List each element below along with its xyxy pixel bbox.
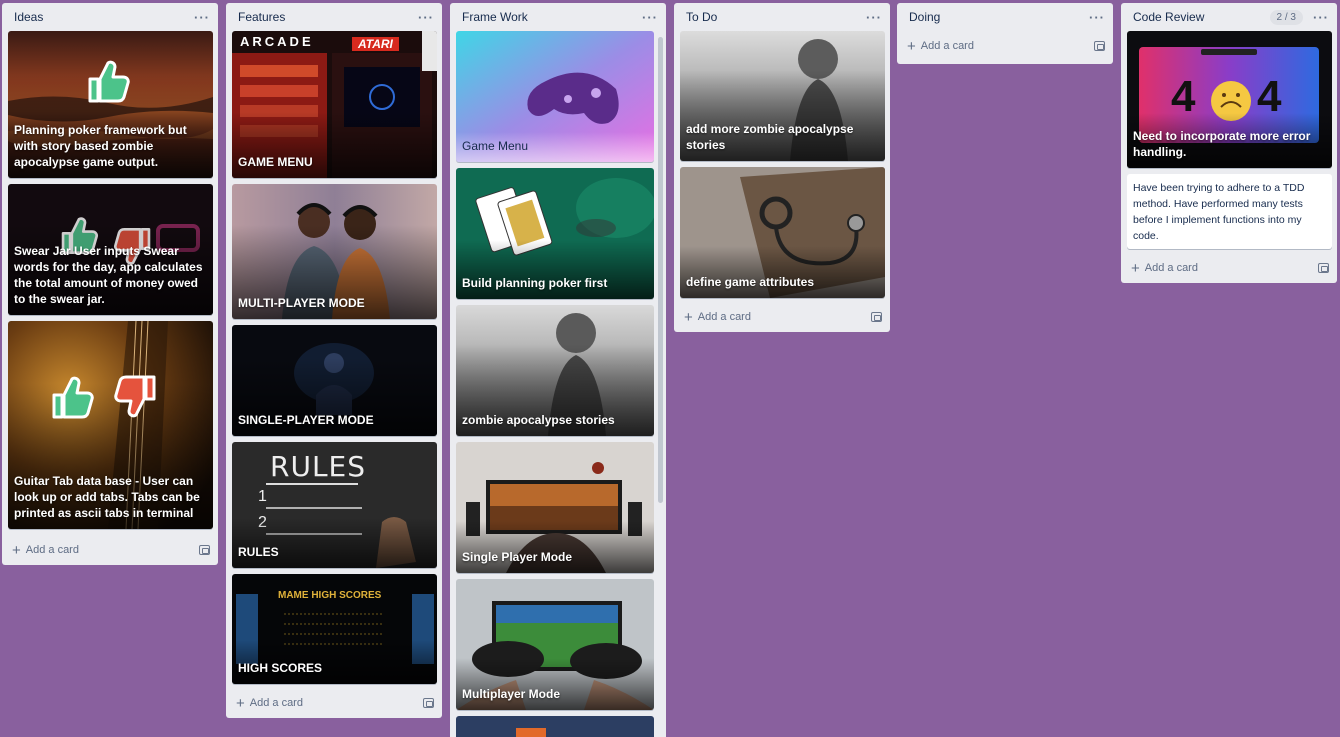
list-ideas: Ideas ··· Planning poker framework but w… <box>2 3 218 565</box>
list-to-do: To Do ··· add more zombie apocalypse sto… <box>674 3 890 332</box>
card-title: zombie apocalypse stories <box>462 413 615 427</box>
add-card-button[interactable]: + Add a card <box>897 31 1113 61</box>
mame-title-text: MAME HIGH SCORES <box>278 590 382 601</box>
more-icon[interactable]: ··· <box>1089 10 1105 25</box>
list-title[interactable]: Doing <box>909 10 1089 24</box>
list-doing: Doing ··· + Add a card <box>897 3 1113 64</box>
list-header[interactable]: Ideas ··· <box>2 3 218 31</box>
add-card-label: Add a card <box>920 40 974 52</box>
card-rules-feature[interactable]: RULES 1 2 RULES <box>232 442 437 568</box>
card-title: Multiplayer Mode <box>462 687 561 701</box>
card-multiplayer-framework[interactable]: Multiplayer Mode <box>456 579 654 710</box>
card-overlay <box>232 517 437 568</box>
add-card-button[interactable]: + Add a card <box>674 302 890 332</box>
add-card-button[interactable]: + Add a card <box>1121 253 1337 283</box>
list-frame-work: Frame Work ··· Game Menu Build planning … <box>450 3 666 737</box>
template-icon[interactable] <box>1318 263 1329 273</box>
add-card-button[interactable]: + Add a card <box>2 535 218 565</box>
list-header[interactable]: Frame Work ··· <box>450 3 666 31</box>
card-multi-player-feature[interactable]: MULTI-PLAYER MODE <box>232 184 437 319</box>
card-single-player-feature[interactable]: SINGLE-PLAYER MODE <box>232 325 437 436</box>
more-icon[interactable]: ··· <box>418 10 434 25</box>
card-overlay <box>456 520 654 573</box>
template-icon[interactable] <box>1094 41 1105 51</box>
list-header[interactable]: Code Review 2 / 3 ··· <box>1121 3 1337 31</box>
card-title: Planning poker framework but with story … <box>14 123 187 169</box>
card-title: Swear Jar User inputs Swear words for th… <box>14 244 203 306</box>
add-card-label: Add a card <box>1144 262 1198 274</box>
list-header[interactable]: Doing ··· <box>897 3 1113 31</box>
card-planning-poker-idea[interactable]: Planning poker framework but with story … <box>8 31 213 178</box>
list-header[interactable]: To Do ··· <box>674 3 890 31</box>
list-header[interactable]: Features ··· <box>226 3 442 31</box>
plus-icon: + <box>12 541 21 559</box>
card-limit-badge: 2 / 3 <box>1269 9 1303 25</box>
card-title: GAME MENU <box>238 155 313 169</box>
card-planning-poker-framework[interactable]: Build planning poker first <box>456 168 654 299</box>
list-features: Features ··· ARCADE ATARI GAME MENU MULT… <box>226 3 442 718</box>
card-game-attributes-todo[interactable]: define game attributes <box>680 167 885 298</box>
card-title: Build planning poker first <box>462 276 608 290</box>
add-card-label: Add a card <box>249 697 303 709</box>
card-game-menu-framework[interactable]: Game Menu <box>456 31 654 162</box>
card-overlay <box>456 657 654 710</box>
card-zombie-stories-framework[interactable]: zombie apocalypse stories <box>456 305 654 436</box>
card-guitar-tab-idea[interactable]: Guitar Tab data base - User can look up … <box>8 321 213 529</box>
card-game-menu-feature[interactable]: ARCADE ATARI GAME MENU <box>232 31 437 178</box>
card-error-handling[interactable]: 4 4 Need to incorporate more error handl… <box>1127 31 1332 168</box>
card-title: RULES <box>238 545 279 559</box>
add-card-button[interactable]: + Add a card <box>226 688 442 718</box>
thumbs-down-icon <box>114 375 156 418</box>
arcade-logo-text: ARCADE <box>240 34 314 49</box>
card-title: add more zombie apocalypse stories <box>686 122 854 152</box>
list-title[interactable]: Features <box>238 10 418 24</box>
list-title[interactable]: Frame Work <box>462 10 642 24</box>
more-icon[interactable]: ··· <box>1313 10 1329 25</box>
card-title: MULTI-PLAYER MODE <box>238 296 365 310</box>
atari-logo-text: ATARI <box>352 37 399 51</box>
card-title: Game Menu <box>462 139 529 153</box>
list-title[interactable]: Code Review <box>1133 10 1270 24</box>
more-icon[interactable]: ··· <box>642 10 658 25</box>
list-scrollbar[interactable] <box>658 37 663 503</box>
template-icon[interactable] <box>871 312 882 322</box>
template-icon[interactable] <box>423 698 434 708</box>
add-card-label: Add a card <box>25 544 79 556</box>
card-partial-framework[interactable] <box>456 716 654 737</box>
card-title: Need to incorporate more error handling. <box>1133 129 1311 159</box>
card-title: Have been trying to adhere to a TDD meth… <box>1133 182 1305 242</box>
plus-icon: + <box>1131 259 1140 277</box>
plus-icon: + <box>907 37 916 55</box>
card-swear-jar-idea[interactable]: Swear Jar User inputs Swear words for th… <box>8 184 213 315</box>
plus-icon: + <box>236 694 245 712</box>
rules-chalk-number: 1 <box>258 488 267 505</box>
list-title[interactable]: To Do <box>686 10 866 24</box>
card-title: SINGLE-PLAYER MODE <box>238 413 374 427</box>
card-tdd-note[interactable]: Have been trying to adhere to a TDD meth… <box>1127 174 1332 249</box>
plus-icon: + <box>684 308 693 326</box>
template-icon[interactable] <box>199 545 210 555</box>
card-high-scores-feature[interactable]: MAME HIGH SCORES HIGH SCORES <box>232 574 437 684</box>
thumbs-up-icon <box>52 376 94 419</box>
add-card-label: Add a card <box>697 311 751 323</box>
list-code-review: Code Review 2 / 3 ··· 4 4 Need to incorp… <box>1121 3 1337 283</box>
card-single-player-framework[interactable]: Single Player Mode <box>456 442 654 573</box>
thumbs-up-icon <box>88 60 130 103</box>
card-title: Single Player Mode <box>462 550 573 564</box>
card-title: define game attributes <box>686 275 815 289</box>
card-overlay <box>680 245 885 298</box>
more-icon[interactable]: ··· <box>866 10 882 25</box>
list-title[interactable]: Ideas <box>14 10 194 24</box>
card-title: Guitar Tab data base - User can look up … <box>14 474 200 520</box>
card-cover-image <box>456 716 654 737</box>
more-icon[interactable]: ··· <box>194 10 210 25</box>
card-zombie-stories-todo[interactable]: add more zombie apocalypse stories <box>680 31 885 161</box>
card-title: HIGH SCORES <box>238 661 323 675</box>
rules-chalk-text: RULES <box>270 450 367 483</box>
